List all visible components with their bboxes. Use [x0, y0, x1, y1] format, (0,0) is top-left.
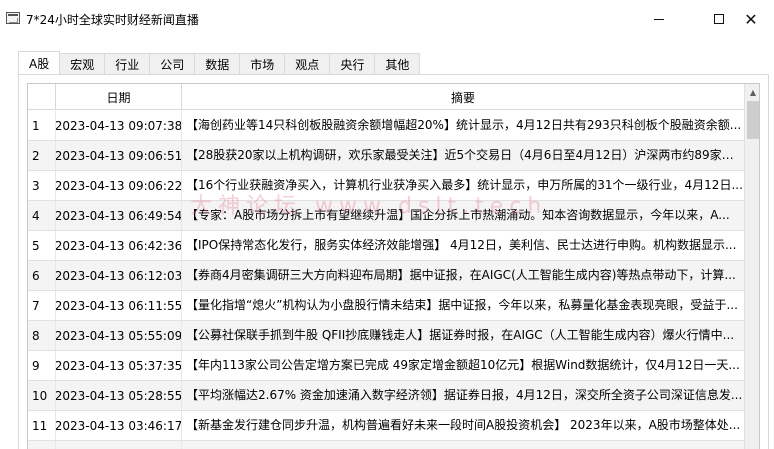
- row-summary: 【年内113家公司公告定增方案已完成 49家定增金额超10亿元】根据Wind数据…: [186, 358, 740, 372]
- tab-company[interactable]: 公司: [150, 53, 196, 75]
- table-row[interactable]: 5 2023-04-13 06:42:36 【IPO保持常态化发行，服务实体经济效能…: [28, 231, 744, 261]
- table-row[interactable]: 3 2023-04-13 09:06:22 【16个行业获融资净买入，计算机行业获净…: [28, 171, 744, 201]
- tab-macro[interactable]: 宏观: [60, 53, 106, 75]
- category-tabs: A股 宏观 行业 公司 数据 市场 观点 央行 其他: [18, 51, 421, 75]
- table-row[interactable]: 2 2023-04-13 09:06:51 【28股获20家以上机构调研，欢乐家最受…: [28, 141, 744, 171]
- row-index: 3: [28, 171, 56, 200]
- vertical-scrollbar[interactable]: ▲: [744, 84, 759, 449]
- table-row[interactable]: 1 2023-04-13 09:07:38 【海创药业等14只科创板股融资余额增幅超…: [28, 111, 744, 141]
- row-index: 1: [28, 111, 56, 140]
- table-row[interactable]: [28, 441, 744, 449]
- row-date: 2023-04-13 09:06:22: [56, 171, 182, 200]
- close-button[interactable]: ✕: [728, 0, 774, 38]
- table-row[interactable]: 6 2023-04-13 06:12:03 【券商4月密集调研三大方向料迎布局期】据…: [28, 261, 744, 291]
- row-date: 2023-04-13 06:42:36: [56, 231, 182, 260]
- table-row[interactable]: 8 2023-04-13 05:55:09 【公募社保联手抓到牛股 QFII抄底赚钱…: [28, 321, 744, 351]
- tab-other[interactable]: 其他: [375, 53, 421, 75]
- row-date: 2023-04-13 05:55:09: [56, 321, 182, 350]
- column-header-summary[interactable]: 摘要: [182, 84, 744, 110]
- row-summary: 【28股获20家以上机构调研，欢乐家最受关注】近5个交易日（4月6日至4月12日…: [186, 148, 744, 162]
- row-summary: [182, 441, 744, 449]
- minimize-button[interactable]: [636, 0, 682, 38]
- row-date: 2023-04-13 06:49:54: [56, 201, 182, 230]
- row-date: 2023-04-13 06:11:55: [56, 291, 182, 320]
- row-date: 2023-04-13 06:12:03: [56, 261, 182, 290]
- row-summary: 【量化指增“熄火”机构认为小盘股行情未结束】据中证报，今年以来，私募量化基金表现…: [186, 298, 738, 312]
- row-date: [56, 441, 182, 449]
- row-index: 4: [28, 201, 56, 230]
- minimize-icon: [654, 18, 664, 20]
- row-index: 7: [28, 291, 56, 320]
- close-icon: ✕: [744, 9, 758, 29]
- row-index: 6: [28, 261, 56, 290]
- scroll-up-arrow-icon[interactable]: ▲: [745, 84, 759, 101]
- table-row[interactable]: 4 2023-04-13 06:49:54 【专家：A股市场分拆上市有望继续升温】国…: [28, 201, 744, 231]
- table-row[interactable]: 9 2023-04-13 05:37:35 【年内113家公司公告定增方案已完成 4…: [28, 351, 744, 381]
- row-summary: 【新基金发行建仓同步升温，机构普遍看好未来一段时间A股投资机会】 2023年以来…: [186, 418, 741, 432]
- tab-panel: 日期 摘要 1 2023-04-13 09:07:38 【海创药业等14只科创板股融…: [18, 74, 769, 449]
- row-date: 2023-04-13 05:28:55: [56, 381, 182, 410]
- tab-market[interactable]: 市场: [240, 53, 286, 75]
- row-index: 2: [28, 141, 56, 170]
- maximize-icon: [714, 14, 724, 24]
- table-row[interactable]: 7 2023-04-13 06:11:55 【量化指增“熄火”机构认为小盘股行情未结…: [28, 291, 744, 321]
- table-row[interactable]: 10 2023-04-13 05:28:55 【平均涨幅达2.67% 资金加速涌入数…: [28, 381, 744, 411]
- row-index: 9: [28, 351, 56, 380]
- row-summary: 【IPO保持常态化发行，服务实体经济效能增强】 4月12日，美利信、民士达进行申…: [186, 238, 737, 252]
- column-header-index[interactable]: [28, 84, 56, 110]
- news-table: 日期 摘要 1 2023-04-13 09:07:38 【海创药业等14只科创板股融…: [27, 83, 760, 449]
- row-date: 2023-04-13 03:46:17: [56, 411, 182, 440]
- tab-data[interactable]: 数据: [195, 53, 241, 75]
- row-index: 8: [28, 321, 56, 350]
- window-title: 7*24小时全球实时财经新闻直播: [26, 13, 199, 27]
- row-summary: 【券商4月密集调研三大方向料迎布局期】据中证报，在AIGC(人工智能生成内容)等…: [186, 268, 736, 282]
- row-summary: 【公募社保联手抓到牛股 QFII抄底赚钱走人】据证券时报，在AIGC（人工智能生…: [186, 328, 735, 342]
- title-bar: 7*24小时全球实时财经新闻直播 ✕: [0, 0, 774, 38]
- table-header: 日期 摘要: [28, 84, 744, 110]
- row-index: 5: [28, 231, 56, 260]
- table-body: 1 2023-04-13 09:07:38 【海创药业等14只科创板股融资余额增幅超…: [28, 111, 744, 449]
- row-index: [28, 441, 56, 449]
- tab-industry[interactable]: 行业: [105, 53, 151, 75]
- row-summary: 【海创药业等14只科创板股融资余额增幅超20%】统计显示，4月12日共有293只…: [186, 118, 742, 132]
- row-index: 10: [28, 381, 56, 410]
- row-summary: 【16个行业获融资净买入，计算机行业获净买入最多】统计显示，申万所属的31个一级…: [186, 178, 743, 192]
- tab-central-bank[interactable]: 央行: [330, 53, 376, 75]
- row-date: 2023-04-13 09:07:38: [56, 111, 182, 140]
- tab-a-shares[interactable]: A股: [18, 51, 61, 75]
- column-header-date[interactable]: 日期: [56, 84, 182, 110]
- row-summary: 【平均涨幅达2.67% 资金加速涌入数字经济领】据证券日报，4月12日，深交所全…: [186, 388, 743, 402]
- row-index: 11: [28, 411, 56, 440]
- row-summary: 【专家：A股市场分拆上市有望继续升温】国企分拆上市热潮涌动。知本咨询数据显示，今…: [186, 208, 730, 222]
- tab-opinion[interactable]: 观点: [285, 53, 331, 75]
- row-date: 2023-04-13 09:06:51: [56, 141, 182, 170]
- app-window-icon: [6, 12, 20, 24]
- scrollbar-thumb[interactable]: [747, 101, 759, 139]
- row-date: 2023-04-13 05:37:35: [56, 351, 182, 380]
- table-row[interactable]: 11 2023-04-13 03:46:17 【新基金发行建仓同步升温，机构普遍看好…: [28, 411, 744, 441]
